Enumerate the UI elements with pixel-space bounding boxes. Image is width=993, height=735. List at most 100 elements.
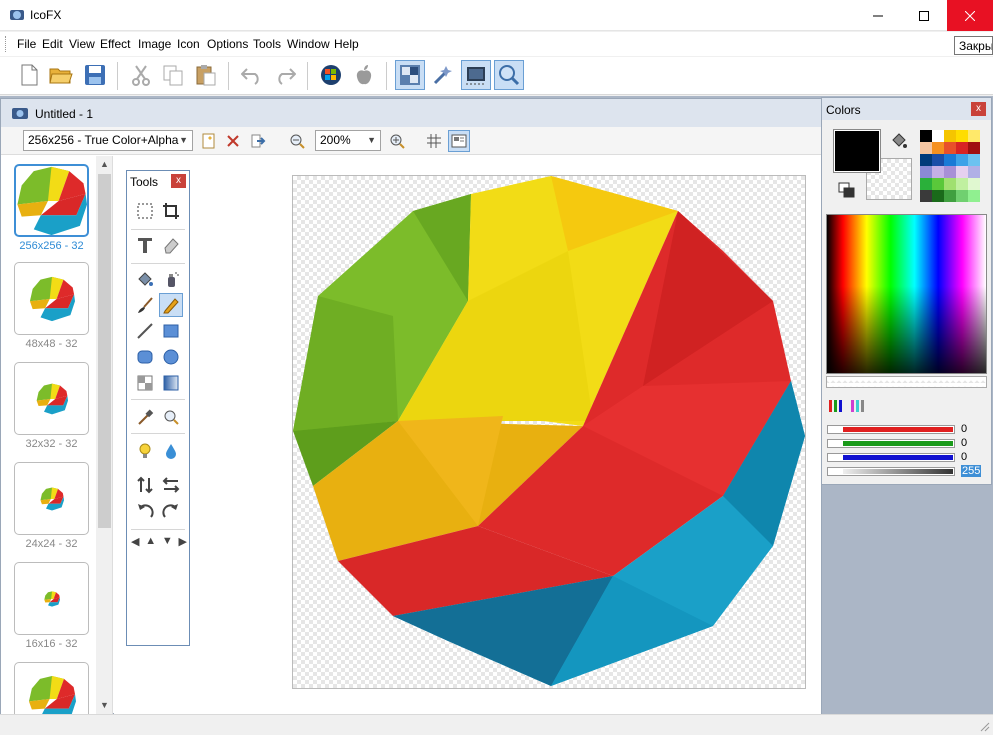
color-spectrum[interactable] (826, 214, 987, 374)
menu-window[interactable]: Window (287, 37, 330, 51)
nudge-down-icon[interactable]: ▼ (162, 535, 173, 549)
rectangle-tool[interactable] (159, 319, 183, 343)
redo-button[interactable] (270, 60, 300, 90)
blue-value[interactable]: 0 (961, 451, 967, 463)
copy-button[interactable] (158, 60, 188, 90)
red-value[interactable]: 0 (961, 423, 967, 435)
scrollbar-thumb[interactable] (98, 174, 111, 528)
color-palette[interactable] (920, 130, 982, 202)
hsv-mode-icon[interactable] (850, 397, 866, 413)
windows-icon-button[interactable] (316, 60, 346, 90)
menu-help[interactable]: Help (334, 37, 359, 51)
mac-icon-button[interactable] (349, 60, 379, 90)
zoom-tool[interactable] (159, 405, 183, 429)
preview-toggle-button[interactable] (448, 130, 470, 152)
scroll-down-icon[interactable]: ▼ (96, 697, 112, 714)
nudge-up-icon[interactable]: ▲ (145, 535, 156, 549)
format-thumbnail[interactable] (14, 362, 89, 435)
document-window: Untitled - 1 256x256 - True Color+Alpha … (0, 98, 822, 714)
menu-icon[interactable]: Icon (177, 37, 200, 51)
brush-icon (138, 297, 153, 313)
line-tool[interactable] (133, 319, 157, 343)
flip-vertical-tool[interactable] (133, 473, 157, 497)
spray-can-icon (168, 272, 179, 287)
zoom-button[interactable] (494, 60, 524, 90)
flip-horizontal-tool[interactable] (159, 473, 183, 497)
grid-toggle-button[interactable] (423, 130, 445, 152)
paint-can-icon[interactable] (890, 132, 910, 152)
delete-icon (227, 135, 239, 147)
tools-panel-close-button[interactable]: x (171, 174, 186, 188)
gradient-tool[interactable] (159, 371, 183, 395)
blue-slider[interactable] (827, 453, 955, 462)
blur-tool[interactable] (159, 439, 183, 463)
screen-capture-button[interactable] (461, 60, 491, 90)
brightness-tool[interactable] (133, 439, 157, 463)
new-format-button[interactable] (198, 130, 220, 152)
eraser-tool[interactable] (159, 233, 183, 257)
brush-tool[interactable] (133, 293, 157, 317)
scroll-up-icon[interactable]: ▲ (96, 156, 112, 173)
delete-format-button[interactable] (222, 130, 244, 152)
menu-view[interactable]: View (69, 37, 95, 51)
nudge-right-icon[interactable]: ▶ (179, 535, 187, 549)
format-select[interactable]: 256x256 - True Color+Alpha ▼ (23, 130, 193, 151)
transparency-tool[interactable] (133, 371, 157, 395)
zoom-select[interactable]: 200% ▼ (315, 130, 381, 151)
rgb-mode-icon[interactable] (828, 397, 844, 413)
paste-button[interactable] (191, 60, 221, 90)
green-value[interactable]: 0 (961, 437, 967, 449)
fill-tool[interactable] (133, 267, 157, 291)
tools-panel-header: Tools x (127, 171, 189, 191)
menu-image[interactable]: Image (138, 37, 171, 51)
icon-preview-image (36, 383, 68, 414)
zoom-out-button[interactable] (286, 130, 308, 152)
paint-bucket-icon (138, 272, 153, 286)
rotate-left-tool[interactable] (133, 499, 157, 523)
format-thumbnail[interactable] (14, 562, 89, 635)
format-list-scrollbar[interactable]: ▲ ▼ (96, 156, 112, 714)
image-editor-button[interactable] (395, 60, 425, 90)
text-tool[interactable] (133, 233, 157, 257)
minimize-button[interactable] (855, 0, 901, 31)
alpha-slider[interactable] (827, 467, 955, 476)
colors-panel-close-button[interactable]: x (971, 102, 986, 116)
ellipse-tool[interactable] (159, 345, 183, 369)
close-button[interactable] (947, 0, 993, 31)
maximize-button[interactable] (901, 0, 947, 31)
new-file-button[interactable] (14, 60, 44, 90)
format-thumbnail[interactable] (14, 662, 89, 714)
format-thumbnail[interactable] (14, 462, 89, 535)
save-button[interactable] (80, 60, 110, 90)
undo-button[interactable] (237, 60, 267, 90)
menu-tools[interactable]: Tools (253, 37, 281, 51)
drawing-canvas[interactable] (292, 175, 806, 689)
effects-button[interactable] (428, 60, 458, 90)
spray-tool[interactable] (159, 267, 183, 291)
cut-button[interactable] (126, 60, 156, 90)
crop-tool[interactable] (159, 199, 183, 223)
menu-options[interactable]: Options (207, 37, 248, 51)
menu-edit[interactable]: Edit (42, 37, 63, 51)
alpha-value[interactable]: 255 (961, 465, 982, 477)
pencil-tool[interactable] (159, 293, 183, 317)
swap-colors-icon[interactable] (838, 182, 856, 198)
rounded-rect-tool[interactable] (133, 345, 157, 369)
select-tool[interactable] (133, 199, 157, 223)
red-slider[interactable] (827, 425, 955, 434)
resize-grip-icon[interactable] (978, 720, 990, 732)
menu-file[interactable]: File (17, 37, 36, 51)
menu-effect[interactable]: Effect (100, 37, 130, 51)
green-slider[interactable] (827, 439, 955, 448)
format-thumbnail[interactable] (14, 164, 89, 237)
open-button[interactable] (46, 60, 76, 90)
nudge-left-icon[interactable]: ◀ (131, 535, 139, 549)
rotate-right-tool[interactable] (159, 499, 183, 523)
foreground-color-swatch[interactable] (833, 129, 881, 173)
format-thumbnail[interactable] (14, 262, 89, 335)
export-format-button[interactable] (247, 130, 269, 152)
recent-colors-strip[interactable] (826, 376, 987, 388)
zoom-in-button[interactable] (386, 130, 408, 152)
format-list: 256x256 - 32 48x48 - 32 32x32 - 32 24x24 - … (1, 156, 113, 714)
color-picker-tool[interactable] (133, 405, 157, 429)
